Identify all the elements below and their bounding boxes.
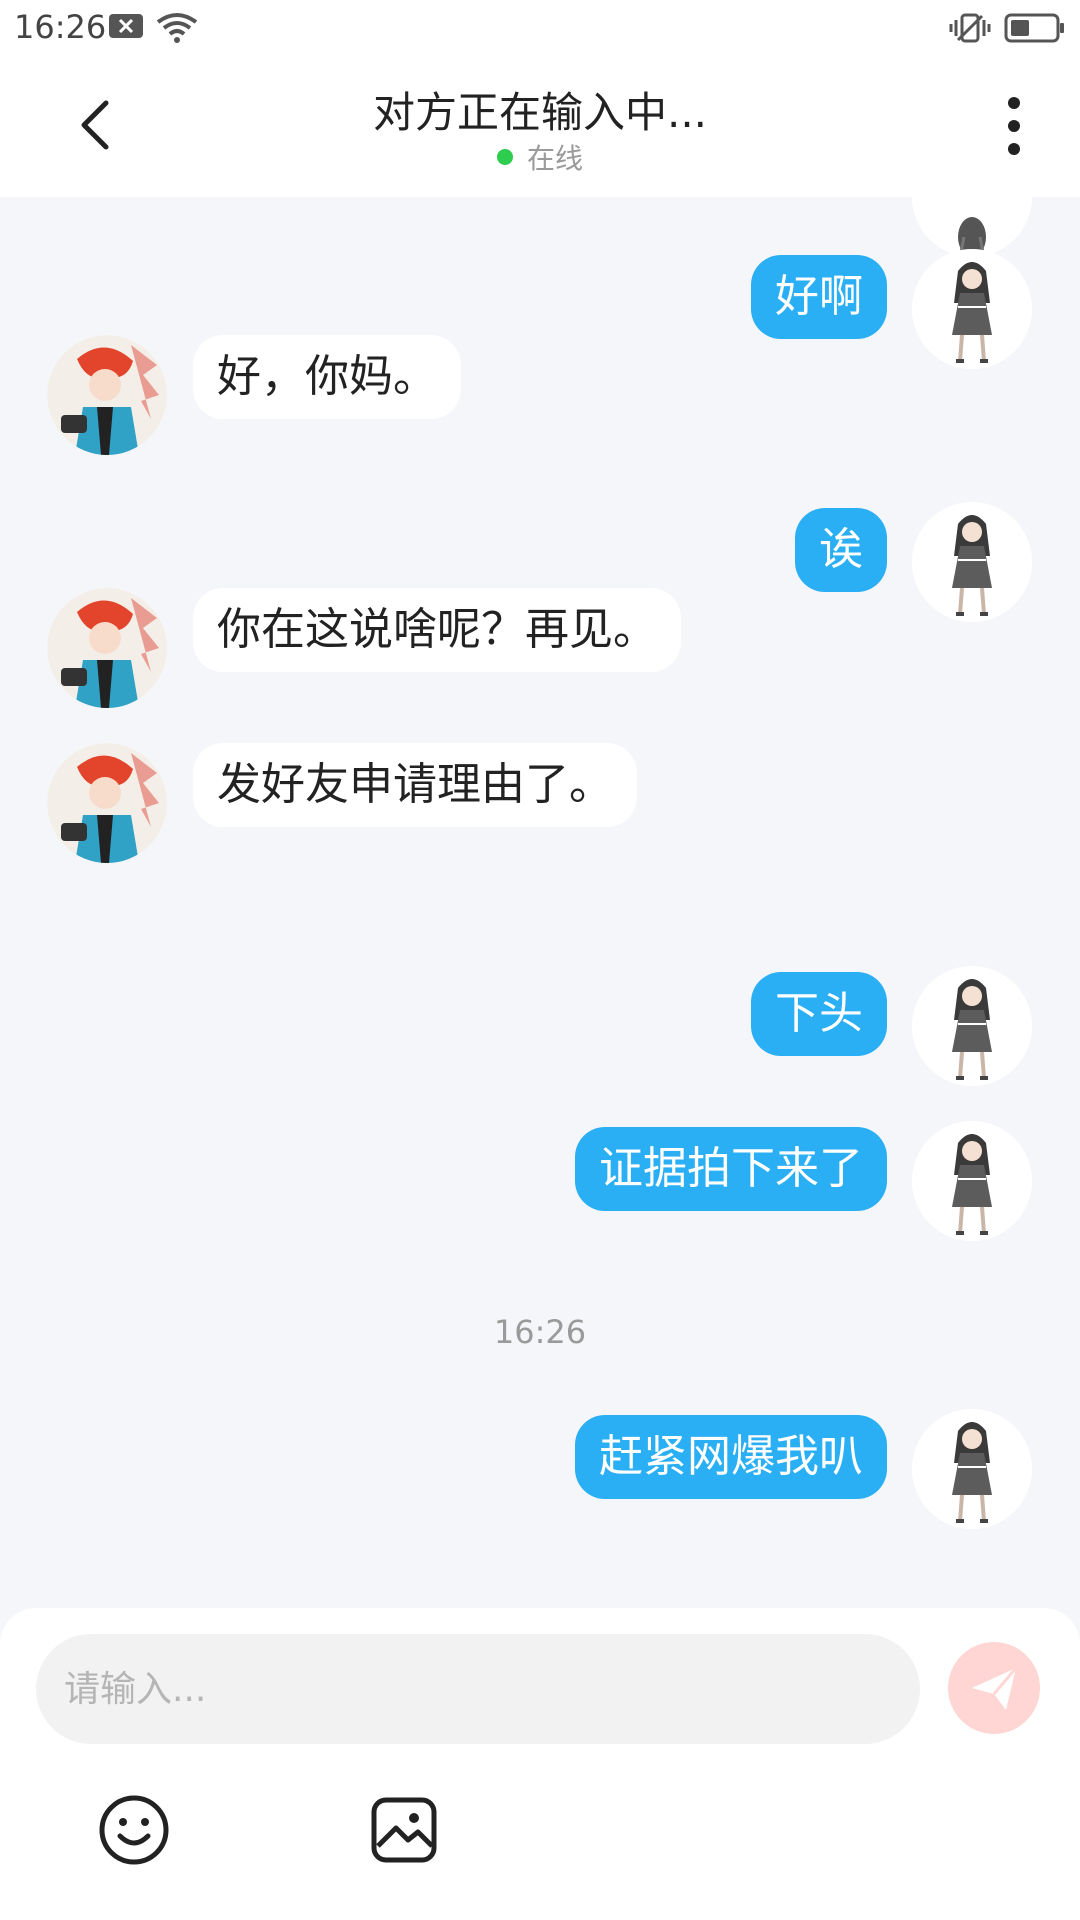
- message-bubble[interactable]: 发好友申请理由了。: [193, 743, 637, 827]
- message-bubble[interactable]: 证据拍下来了: [575, 1127, 887, 1211]
- chat-area[interactable]: 好啊 好，你妈。 诶 你在这说啥呢？再见。 发好友申请理由了。 下头 证据拍下来…: [0, 197, 1080, 1612]
- image-button[interactable]: [366, 1792, 442, 1868]
- message-bubble[interactable]: 下头: [751, 972, 887, 1056]
- paper-plane-icon: [972, 1667, 1018, 1710]
- input-panel: [0, 1608, 1080, 1920]
- notification-x-icon: [109, 14, 143, 38]
- message-bubble[interactable]: 诶: [795, 508, 887, 592]
- my-avatar: [912, 197, 1032, 257]
- battery-icon: [1004, 13, 1064, 43]
- message-bubble[interactable]: 你在这说啥呢？再见。: [193, 588, 681, 672]
- emoji-button[interactable]: [96, 1792, 172, 1868]
- online-status: 在线: [0, 137, 1080, 177]
- my-avatar[interactable]: [912, 1409, 1032, 1529]
- image-icon: [371, 1797, 437, 1863]
- contact-avatar[interactable]: [47, 588, 167, 708]
- chat-header: 对方正在输入中... 在线: [0, 55, 1080, 197]
- vibrate-icon: [949, 13, 991, 43]
- status-time: 16:26: [14, 8, 107, 46]
- my-avatar[interactable]: [912, 1121, 1032, 1241]
- chat-timestamp: 16:26: [493, 1313, 587, 1351]
- message-bubble[interactable]: 好啊: [751, 255, 887, 339]
- status-bar: 16:26: [0, 0, 1080, 55]
- more-button[interactable]: [994, 91, 1034, 161]
- my-avatar[interactable]: [912, 966, 1032, 1086]
- wifi-icon: [156, 13, 198, 43]
- my-avatar[interactable]: [912, 249, 1032, 369]
- send-button[interactable]: [948, 1642, 1040, 1734]
- message-bubble[interactable]: 好，你妈。: [193, 335, 461, 419]
- message-input[interactable]: [36, 1634, 920, 1744]
- chat-title: 对方正在输入中...: [372, 88, 708, 137]
- contact-avatar[interactable]: [47, 743, 167, 863]
- my-avatar[interactable]: [912, 502, 1032, 622]
- smiley-icon: [99, 1795, 169, 1865]
- more-vertical-icon: [1008, 97, 1020, 155]
- online-dot: [496, 149, 513, 165]
- message-bubble[interactable]: 赶紧网爆我叭: [575, 1415, 887, 1499]
- contact-avatar[interactable]: [47, 335, 167, 455]
- online-status-label: 在线: [526, 142, 583, 175]
